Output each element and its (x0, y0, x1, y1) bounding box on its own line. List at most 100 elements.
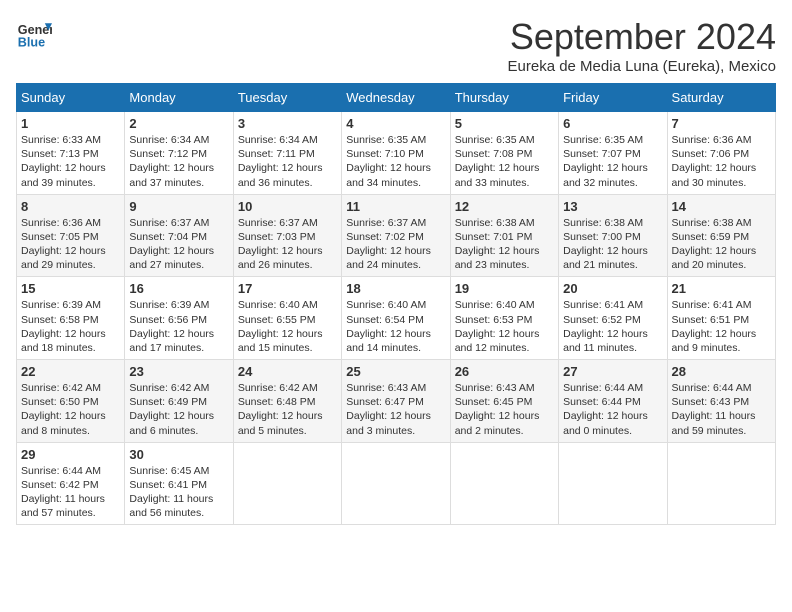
weekday-saturday: Saturday (667, 84, 775, 112)
day-number: 28 (672, 364, 771, 379)
day-number: 5 (455, 116, 554, 131)
weekday-wednesday: Wednesday (342, 84, 450, 112)
day-number: 11 (346, 199, 445, 214)
day-info: Sunrise: 6:35 AMSunset: 7:10 PMDaylight:… (346, 133, 445, 190)
day-info: Sunrise: 6:45 AMSunset: 6:41 PMDaylight:… (129, 464, 228, 521)
day-number: 23 (129, 364, 228, 379)
day-info: Sunrise: 6:43 AMSunset: 6:47 PMDaylight:… (346, 381, 445, 438)
weekday-friday: Friday (559, 84, 667, 112)
calendar-cell: 6 Sunrise: 6:35 AMSunset: 7:07 PMDaylight… (559, 112, 667, 195)
day-info: Sunrise: 6:39 AMSunset: 6:56 PMDaylight:… (129, 298, 228, 355)
calendar-cell: 21 Sunrise: 6:41 AMSunset: 6:51 PMDayligh… (667, 277, 775, 360)
day-info: Sunrise: 6:39 AMSunset: 6:58 PMDaylight:… (21, 298, 120, 355)
day-number: 15 (21, 281, 120, 296)
day-info: Sunrise: 6:37 AMSunset: 7:02 PMDaylight:… (346, 216, 445, 273)
day-info: Sunrise: 6:41 AMSunset: 6:51 PMDaylight:… (672, 298, 771, 355)
day-info: Sunrise: 6:40 AMSunset: 6:54 PMDaylight:… (346, 298, 445, 355)
day-number: 27 (563, 364, 662, 379)
day-number: 12 (455, 199, 554, 214)
title-area: September 2024 Eureka de Media Luna (Eur… (508, 16, 776, 75)
day-number: 30 (129, 447, 228, 462)
calendar-cell: 2 Sunrise: 6:34 AMSunset: 7:12 PMDaylight… (125, 112, 233, 195)
day-number: 10 (238, 199, 337, 214)
calendar-week-1: 1 Sunrise: 6:33 AMSunset: 7:13 PMDaylight… (17, 112, 776, 195)
day-info: Sunrise: 6:40 AMSunset: 6:55 PMDaylight:… (238, 298, 337, 355)
calendar-cell: 26Sunrise: 6:43 AMSunset: 6:45 PMDayligh… (450, 360, 558, 443)
day-info: Sunrise: 6:38 AMSunset: 7:00 PMDaylight:… (563, 216, 662, 273)
weekday-tuesday: Tuesday (233, 84, 341, 112)
calendar-cell: 11 Sunrise: 6:37 AMSunset: 7:02 PMDayligh… (342, 194, 450, 277)
day-info: Sunrise: 6:37 AMSunset: 7:04 PMDaylight:… (129, 216, 228, 273)
day-info: Sunrise: 6:44 AMSunset: 6:42 PMDaylight:… (21, 464, 120, 521)
day-number: 29 (21, 447, 120, 462)
weekday-sunday: Sunday (17, 84, 125, 112)
day-info: Sunrise: 6:35 AMSunset: 7:07 PMDaylight:… (563, 133, 662, 190)
day-info: Sunrise: 6:43 AMSunset: 6:45 PMDaylight:… (455, 381, 554, 438)
day-info: Sunrise: 6:35 AMSunset: 7:08 PMDaylight:… (455, 133, 554, 190)
day-info: Sunrise: 6:41 AMSunset: 6:52 PMDaylight:… (563, 298, 662, 355)
day-info: Sunrise: 6:38 AMSunset: 7:01 PMDaylight:… (455, 216, 554, 273)
calendar-cell (450, 442, 558, 525)
day-number: 3 (238, 116, 337, 131)
day-info: Sunrise: 6:36 AMSunset: 7:06 PMDaylight:… (672, 133, 771, 190)
logo: General Blue (16, 16, 52, 52)
day-number: 21 (672, 281, 771, 296)
calendar-cell: 4 Sunrise: 6:35 AMSunset: 7:10 PMDaylight… (342, 112, 450, 195)
day-info: Sunrise: 6:42 AMSunset: 6:48 PMDaylight:… (238, 381, 337, 438)
day-number: 25 (346, 364, 445, 379)
calendar-cell: 29 Sunrise: 6:44 AMSunset: 6:42 PMDayligh… (17, 442, 125, 525)
day-number: 19 (455, 281, 554, 296)
calendar-week-2: 8 Sunrise: 6:36 AMSunset: 7:05 PMDaylight… (17, 194, 776, 277)
day-info: Sunrise: 6:44 AMSunset: 6:44 PMDaylight:… (563, 381, 662, 438)
day-info: Sunrise: 6:36 AMSunset: 7:05 PMDaylight:… (21, 216, 120, 273)
calendar-cell: 10Sunrise: 6:37 AMSunset: 7:03 PMDayligh… (233, 194, 341, 277)
calendar-cell: 12 Sunrise: 6:38 AMSunset: 7:01 PMDayligh… (450, 194, 558, 277)
day-number: 18 (346, 281, 445, 296)
svg-text:Blue: Blue (18, 36, 45, 50)
calendar-cell: 13 Sunrise: 6:38 AMSunset: 7:00 PMDayligh… (559, 194, 667, 277)
day-number: 1 (21, 116, 120, 131)
day-info: Sunrise: 6:42 AMSunset: 6:50 PMDaylight:… (21, 381, 120, 438)
calendar-cell: 9Sunrise: 6:37 AMSunset: 7:04 PMDaylight… (125, 194, 233, 277)
day-number: 7 (672, 116, 771, 131)
logo-icon: General Blue (16, 16, 52, 52)
calendar-week-5: 29 Sunrise: 6:44 AMSunset: 6:42 PMDayligh… (17, 442, 776, 525)
calendar-cell: 7 Sunrise: 6:36 AMSunset: 7:06 PMDaylight… (667, 112, 775, 195)
calendar-cell: 30 Sunrise: 6:45 AMSunset: 6:41 PMDayligh… (125, 442, 233, 525)
day-number: 17 (238, 281, 337, 296)
calendar-cell: 27 Sunrise: 6:44 AMSunset: 6:44 PMDayligh… (559, 360, 667, 443)
calendar-cell: 1 Sunrise: 6:33 AMSunset: 7:13 PMDaylight… (17, 112, 125, 195)
calendar-cell: 23Sunrise: 6:42 AMSunset: 6:49 PMDayligh… (125, 360, 233, 443)
page-header: General Blue September 2024 Eureka de Me… (16, 16, 776, 75)
calendar-cell (559, 442, 667, 525)
day-number: 2 (129, 116, 228, 131)
day-number: 16 (129, 281, 228, 296)
calendar-week-4: 22 Sunrise: 6:42 AMSunset: 6:50 PMDayligh… (17, 360, 776, 443)
calendar-body: 1 Sunrise: 6:33 AMSunset: 7:13 PMDaylight… (17, 112, 776, 525)
calendar-cell (667, 442, 775, 525)
calendar-cell: 14Sunrise: 6:38 AMSunset: 6:59 PMDayligh… (667, 194, 775, 277)
day-number: 22 (21, 364, 120, 379)
day-number: 24 (238, 364, 337, 379)
day-number: 20 (563, 281, 662, 296)
day-number: 6 (563, 116, 662, 131)
calendar-cell: 3Sunrise: 6:34 AMSunset: 7:11 PMDaylight… (233, 112, 341, 195)
calendar-cell: 15 Sunrise: 6:39 AMSunset: 6:58 PMDayligh… (17, 277, 125, 360)
day-number: 4 (346, 116, 445, 131)
day-number: 13 (563, 199, 662, 214)
day-info: Sunrise: 6:33 AMSunset: 7:13 PMDaylight:… (21, 133, 120, 190)
location-subtitle: Eureka de Media Luna (Eureka), Mexico (508, 58, 776, 75)
day-info: Sunrise: 6:40 AMSunset: 6:53 PMDaylight:… (455, 298, 554, 355)
day-number: 8 (21, 199, 120, 214)
day-info: Sunrise: 6:34 AMSunset: 7:12 PMDaylight:… (129, 133, 228, 190)
calendar-cell: 20 Sunrise: 6:41 AMSunset: 6:52 PMDayligh… (559, 277, 667, 360)
calendar-cell (233, 442, 341, 525)
calendar-cell: 22 Sunrise: 6:42 AMSunset: 6:50 PMDayligh… (17, 360, 125, 443)
calendar-cell: 24 Sunrise: 6:42 AMSunset: 6:48 PMDayligh… (233, 360, 341, 443)
calendar-cell: 5 Sunrise: 6:35 AMSunset: 7:08 PMDaylight… (450, 112, 558, 195)
calendar-cell: 28Sunrise: 6:44 AMSunset: 6:43 PMDayligh… (667, 360, 775, 443)
calendar-cell: 17 Sunrise: 6:40 AMSunset: 6:55 PMDayligh… (233, 277, 341, 360)
weekday-header-row: SundayMondayTuesdayWednesdayThursdayFrid… (17, 84, 776, 112)
calendar-cell (342, 442, 450, 525)
calendar-cell: 18 Sunrise: 6:40 AMSunset: 6:54 PMDayligh… (342, 277, 450, 360)
